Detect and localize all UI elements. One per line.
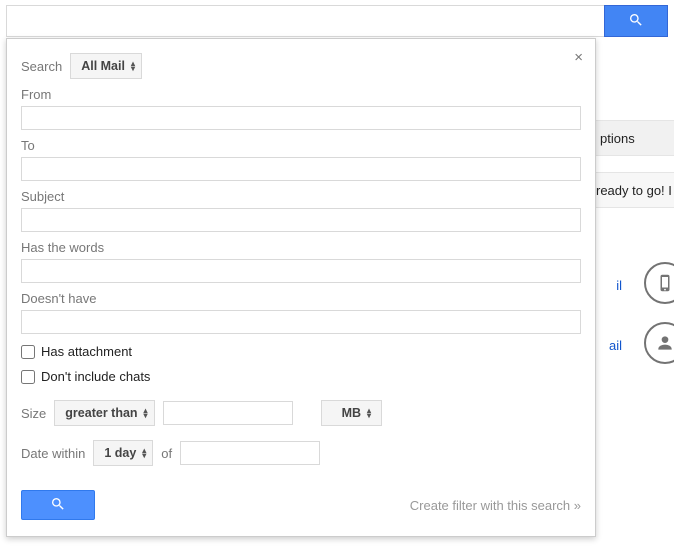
date-within-label: Date within [21,446,85,461]
search-scope-label: Search [21,59,62,74]
link-fragment-2[interactable]: ail [609,338,622,353]
size-unit-value: MB [342,404,361,422]
doesnt-have-label: Doesn't have [21,291,581,306]
search-icon [628,12,644,31]
create-filter-link[interactable]: Create filter with this search » [410,498,581,513]
person-circle-icon[interactable] [644,322,674,364]
search-scope-value: All Mail [81,57,125,75]
dont-include-chats-label: Don't include chats [41,369,150,384]
size-label: Size [21,406,46,421]
close-icon[interactable]: × [574,49,583,66]
has-attachment-label: Has attachment [41,344,132,359]
search-input[interactable] [6,5,604,37]
advanced-search-panel: × Search All Mail ▴▾ From To Subject Has… [6,38,596,537]
to-input[interactable] [21,157,581,181]
search-button[interactable] [604,5,668,37]
search-icon [50,496,66,515]
has-attachment-checkbox[interactable] [21,345,35,359]
has-words-input[interactable] [21,259,581,283]
link-fragment-1[interactable]: il [616,278,622,293]
size-unit-select[interactable]: MB ▴▾ [321,400,382,426]
has-words-label: Has the words [21,240,581,255]
chevron-updown-icon: ▴▾ [131,61,135,71]
size-operator-value: greater than [65,404,137,422]
subject-label: Subject [21,189,581,204]
from-label: From [21,87,581,102]
banner-fragment-ready: ready to go! I [594,172,674,208]
dont-include-chats-checkbox[interactable] [21,370,35,384]
from-input[interactable] [21,106,581,130]
subject-input[interactable] [21,208,581,232]
doesnt-have-input[interactable] [21,310,581,334]
advanced-search-submit-button[interactable] [21,490,95,520]
size-operator-select[interactable]: greater than ▴▾ [54,400,154,426]
of-label: of [161,446,172,461]
date-range-select[interactable]: 1 day ▴▾ [93,440,153,466]
toolbar-fragment-options: ptions [594,120,674,156]
chevron-updown-icon: ▴▾ [144,408,148,418]
to-label: To [21,138,581,153]
date-value-input[interactable] [180,441,320,465]
searchbar [0,0,674,37]
phone-circle-icon[interactable] [644,262,674,304]
chevron-updown-icon: ▴▾ [367,408,371,418]
search-scope-select[interactable]: All Mail ▴▾ [70,53,142,79]
size-value-input[interactable] [163,401,293,425]
chevron-updown-icon: ▴▾ [142,448,146,458]
date-range-value: 1 day [104,444,136,462]
